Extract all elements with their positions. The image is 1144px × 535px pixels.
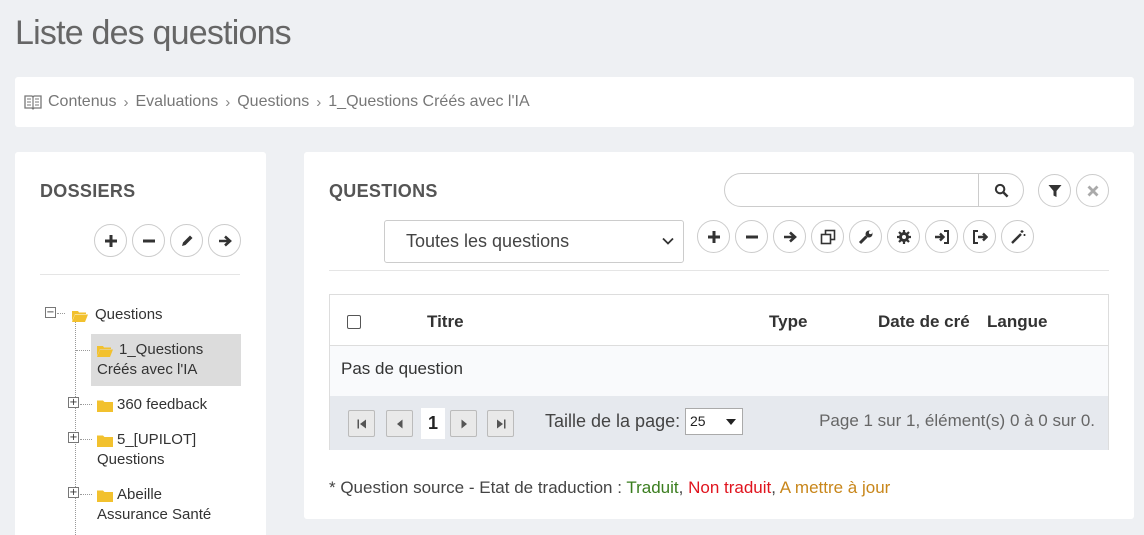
breadcrumb: Contenus › Evaluations › Questions › 1_Q… bbox=[15, 77, 1134, 127]
page-size-label: Taille de la page: bbox=[545, 411, 681, 431]
last-page-button[interactable] bbox=[487, 410, 514, 437]
tree-item-upilot-line2[interactable]: Questions bbox=[97, 450, 165, 470]
add-question-button[interactable] bbox=[697, 220, 730, 253]
edit-folder-button[interactable] bbox=[170, 224, 203, 257]
column-date[interactable]: Date de cré bbox=[878, 312, 970, 332]
legend-translated: Traduit bbox=[626, 478, 679, 497]
tools-button[interactable] bbox=[849, 220, 882, 253]
chevron-right-icon: › bbox=[225, 93, 231, 111]
column-language[interactable]: Langue bbox=[987, 312, 1047, 332]
settings-button[interactable] bbox=[887, 220, 920, 253]
last-page-icon bbox=[496, 419, 505, 428]
legend-to-update: A mettre à jour bbox=[779, 478, 891, 497]
folder-icon bbox=[97, 399, 113, 412]
magic-button[interactable] bbox=[1001, 220, 1034, 253]
export-button[interactable] bbox=[963, 220, 996, 253]
legend-separator: , bbox=[678, 478, 689, 497]
remove-question-button[interactable] bbox=[735, 220, 768, 253]
legend-prefix: * Question source - Etat de traduction : bbox=[329, 478, 627, 497]
empty-message: Pas de question bbox=[330, 346, 1108, 396]
expand-toggle[interactable]: + bbox=[68, 487, 79, 498]
book-icon bbox=[24, 94, 42, 110]
tree-item-label[interactable]: Créés avec l'IA bbox=[97, 360, 197, 380]
move-question-button[interactable] bbox=[773, 220, 806, 253]
divider bbox=[329, 270, 1109, 271]
tree-item-label[interactable]: 1_Questions bbox=[119, 340, 203, 360]
previous-page-icon bbox=[396, 419, 402, 428]
arrow-right-icon bbox=[783, 231, 797, 242]
copy-icon bbox=[820, 229, 835, 244]
collapse-toggle[interactable]: − bbox=[45, 307, 56, 318]
chevron-right-icon: › bbox=[123, 93, 129, 111]
question-filter-select[interactable]: Toutes les questions bbox=[384, 220, 684, 263]
questions-heading: QUESTIONS bbox=[329, 181, 438, 201]
wrench-icon bbox=[858, 230, 872, 244]
breadcrumb-contenus[interactable]: Contenus bbox=[48, 93, 117, 111]
close-icon bbox=[1087, 185, 1098, 196]
legend-separator: , bbox=[771, 478, 780, 497]
remove-folder-button[interactable] bbox=[132, 224, 165, 257]
page-title: Liste des questions bbox=[15, 14, 292, 52]
plus-icon bbox=[104, 234, 117, 247]
chevron-right-icon: › bbox=[316, 93, 322, 111]
move-folder-button[interactable] bbox=[208, 224, 241, 257]
chevron-down-icon bbox=[662, 237, 674, 245]
grid-header: Titre Type Date de cré Langue bbox=[330, 295, 1108, 346]
folder-icon bbox=[97, 489, 113, 502]
pager-info: Page 1 sur 1, élément(s) 0 à 0 sur 0. bbox=[819, 411, 1095, 430]
sign-out-icon bbox=[972, 229, 988, 244]
search-input[interactable] bbox=[725, 174, 979, 206]
search-button[interactable] bbox=[978, 174, 1024, 206]
current-page[interactable]: 1 bbox=[421, 408, 445, 439]
filter-button[interactable] bbox=[1038, 174, 1071, 207]
search-box bbox=[724, 173, 1024, 207]
column-type[interactable]: Type bbox=[769, 312, 807, 332]
add-folder-button[interactable] bbox=[94, 224, 127, 257]
pager: 1 Taille de la page: 25 Page 1 sur 1, él… bbox=[330, 396, 1108, 450]
folder-open-icon bbox=[72, 309, 88, 322]
previous-page-button[interactable] bbox=[386, 410, 413, 437]
select-all-checkbox[interactable] bbox=[347, 315, 361, 329]
page-size-value: 25 bbox=[690, 413, 706, 429]
gear-icon bbox=[896, 229, 911, 244]
tree-item-abeille-line2[interactable]: Assurance Santé bbox=[97, 505, 211, 525]
divider bbox=[40, 274, 240, 275]
first-page-button[interactable] bbox=[348, 410, 375, 437]
pencil-icon bbox=[181, 235, 192, 246]
select-value: Toutes les questions bbox=[406, 231, 570, 251]
clear-filter-button[interactable] bbox=[1076, 174, 1109, 207]
translation-legend: * Question source - Etat de traduction :… bbox=[329, 478, 890, 498]
folders-heading: DOSSIERS bbox=[40, 181, 136, 201]
first-page-icon bbox=[357, 419, 366, 428]
magic-wand-icon bbox=[1010, 229, 1025, 244]
caret-down-icon bbox=[726, 419, 736, 425]
copy-question-button[interactable] bbox=[811, 220, 844, 253]
minus-icon bbox=[745, 235, 758, 238]
next-page-icon bbox=[461, 419, 467, 428]
breadcrumb-questions[interactable]: Questions bbox=[237, 93, 309, 111]
breadcrumb-evaluations[interactable]: Evaluations bbox=[136, 93, 219, 111]
sign-in-icon bbox=[934, 229, 949, 244]
folder-open-icon bbox=[97, 344, 113, 357]
page-size-select[interactable]: 25 bbox=[685, 408, 743, 435]
arrow-right-icon bbox=[218, 235, 232, 246]
minus-icon bbox=[142, 239, 155, 242]
expand-toggle[interactable]: + bbox=[68, 397, 79, 408]
folder-icon bbox=[97, 434, 113, 447]
questions-grid: Titre Type Date de cré Langue Pas de que… bbox=[329, 294, 1109, 450]
search-icon bbox=[994, 183, 1009, 197]
import-button[interactable] bbox=[925, 220, 958, 253]
tree-item-questions[interactable]: Questions bbox=[95, 305, 163, 325]
tree-item-abeille[interactable]: Abeille bbox=[117, 485, 162, 505]
tree-item-360-feedback[interactable]: 360 feedback bbox=[117, 395, 207, 415]
legend-not-translated: Non traduit bbox=[688, 478, 772, 497]
column-title[interactable]: Titre bbox=[427, 312, 464, 332]
next-page-button[interactable] bbox=[450, 410, 477, 437]
expand-toggle[interactable]: + bbox=[68, 432, 79, 443]
breadcrumb-current: 1_Questions Créés avec l'IA bbox=[328, 93, 530, 110]
plus-icon bbox=[707, 230, 720, 243]
filter-icon bbox=[1048, 184, 1061, 197]
tree-item-upilot[interactable]: 5_[UPILOT] bbox=[117, 430, 196, 450]
